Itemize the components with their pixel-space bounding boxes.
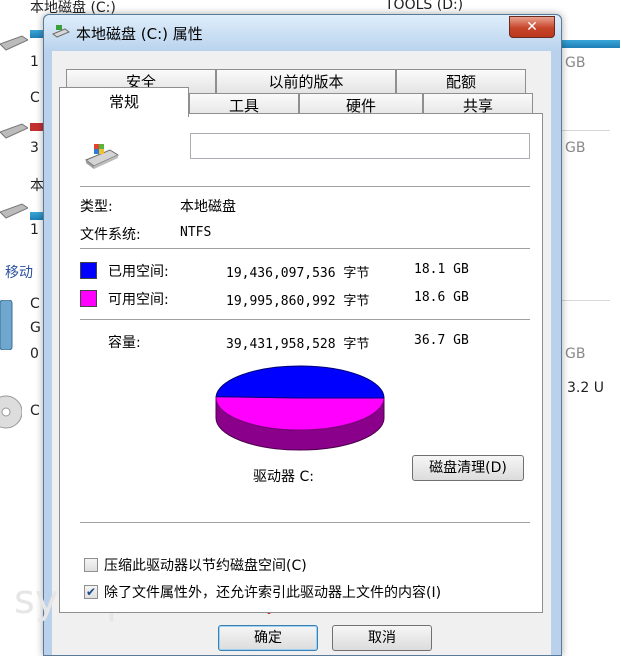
cd-drive-icon (0, 395, 22, 429)
used-space-size: 18.1 GB (414, 262, 469, 277)
bg-usage-bar (30, 123, 44, 131)
bg-size: GB (565, 346, 586, 362)
title-bar[interactable]: 本地磁盘 (C:) 属性 ✕ (44, 15, 561, 51)
compress-label[interactable]: 压缩此驱动器以节约磁盘空间(C) (104, 555, 307, 575)
bg-section-removable: 移动 (5, 265, 33, 281)
dialog-body: 安全 以前的版本 配额 常规 工具 硬件 共享 类型: 本地磁盘 文件系统: N… (52, 51, 551, 655)
bg-size: GB (565, 55, 586, 71)
drive-icon (0, 35, 28, 51)
type-value: 本地磁盘 (180, 199, 236, 215)
capacity-bytes: 39,431,958,528 字节 (226, 337, 370, 352)
dialog-title: 本地磁盘 (C:) 属性 (76, 25, 203, 43)
volume-name-input[interactable] (190, 133, 530, 159)
file-system-value: NTFS (180, 225, 212, 240)
bg-usage-bar (560, 40, 620, 48)
bg-label: C (30, 403, 40, 419)
bg-drive-d-label: TOOLS (D:) (385, 0, 464, 13)
free-space-label: 可用空间: (108, 292, 169, 308)
free-space-size: 18.6 GB (414, 290, 469, 305)
tab-label: 常规 (108, 93, 139, 111)
file-system-label: 文件系统: (80, 227, 141, 243)
tab-quota[interactable]: 配额 (396, 69, 526, 93)
bg-label: C (30, 296, 40, 312)
close-button[interactable]: ✕ (509, 16, 555, 38)
usb-drive-icon (0, 300, 13, 350)
divider (80, 186, 530, 187)
bg-label: 1 (30, 54, 39, 70)
tab-label: 配额 (445, 73, 476, 91)
index-label[interactable]: 除了文件属性外，还允许索引此驱动器上文件的内容(I) (104, 582, 441, 602)
bg-size: GB (565, 140, 586, 156)
cancel-button[interactable]: 取消 (332, 625, 432, 651)
divider (80, 248, 530, 249)
compress-checkbox[interactable] (84, 558, 98, 572)
tab-previous-versions[interactable]: 以前的版本 (216, 69, 396, 93)
bg-label: 1 (30, 222, 39, 238)
general-tab-page: 类型: 本地磁盘 文件系统: NTFS 已用空间: 19,436,097,536… (59, 113, 543, 613)
divider (80, 319, 530, 320)
divider (560, 300, 610, 301)
free-space-swatch (80, 290, 97, 307)
divider (560, 130, 610, 131)
drive-icon (85, 144, 120, 169)
drive-icon (52, 25, 70, 38)
pie-used-slice (215, 365, 385, 399)
divider (80, 522, 530, 523)
drive-label: 驱动器 C: (253, 469, 314, 485)
free-space-bytes: 19,995,860,992 字节 (226, 294, 370, 309)
bg-size-extra: 3.2 U (567, 380, 604, 396)
drive-icon (0, 123, 28, 139)
properties-dialog: 本地磁盘 (C:) 属性 ✕ 安全 以前的版本 配额 常规 工具 硬件 共享 类… (43, 14, 562, 656)
bg-label: 3 (30, 140, 39, 156)
used-space-bytes: 19,436,097,536 字节 (226, 266, 370, 281)
disk-cleanup-button[interactable]: 磁盘清理(D) (412, 455, 524, 481)
ok-button[interactable]: 确定 (218, 625, 318, 651)
disk-usage-pie-chart (215, 365, 385, 451)
type-label: 类型: (80, 199, 113, 215)
bg-usage-bar (30, 30, 44, 38)
tab-label: 以前的版本 (268, 73, 344, 91)
used-space-swatch (80, 262, 97, 279)
bg-label: G (30, 320, 41, 336)
bg-usage-bar (30, 212, 44, 220)
close-icon: ✕ (526, 19, 538, 35)
index-checkbox[interactable]: ✔ (84, 585, 98, 599)
tab-general[interactable]: 常规 (59, 87, 189, 117)
bg-label: 本 (30, 178, 44, 194)
bg-label: 0 (30, 346, 39, 362)
capacity-size: 36.7 GB (414, 333, 469, 348)
drive-icon (0, 203, 28, 219)
capacity-label: 容量: (108, 335, 141, 351)
used-space-label: 已用空间: (108, 264, 169, 280)
check-icon: ✔ (85, 585, 97, 599)
bg-label: C (30, 90, 40, 106)
